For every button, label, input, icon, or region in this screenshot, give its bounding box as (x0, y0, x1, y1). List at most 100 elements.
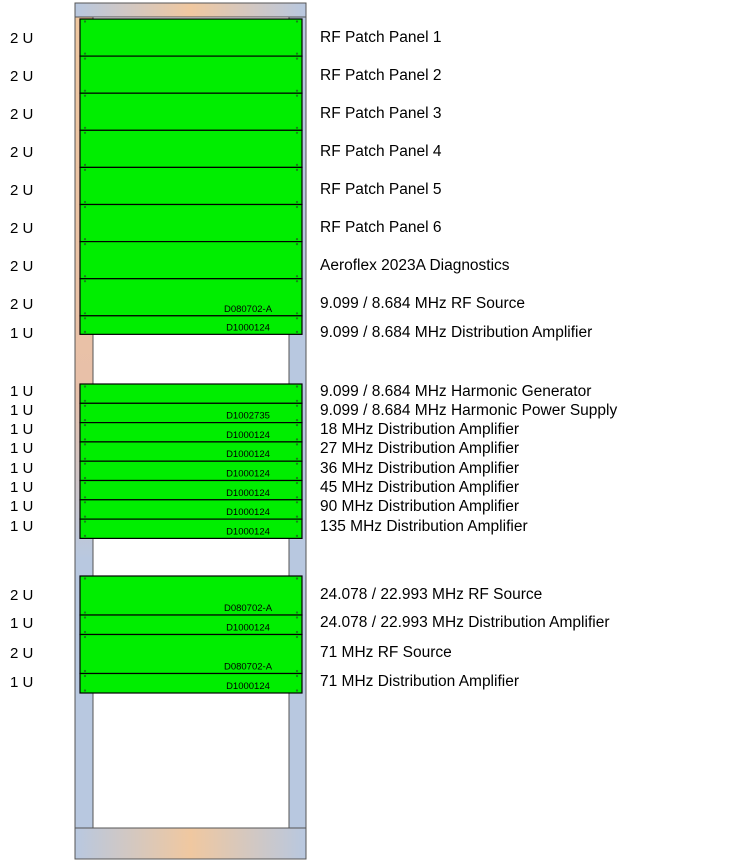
part-number: D080702-A (224, 304, 273, 315)
mount-screw (295, 457, 299, 460)
unit-size-label: 1 U (10, 440, 34, 458)
unit-description: 71 MHz RF Source (320, 644, 452, 661)
mount-screw (83, 385, 87, 388)
mount-screw (83, 168, 87, 171)
mount-screw (295, 243, 299, 246)
unit-description: 9.099 / 8.684 MHz Distribution Amplifier (320, 324, 593, 341)
rack-unit[interactable] (79, 241, 303, 280)
mount-screw (83, 611, 87, 614)
unit-size-label: 1 U (10, 382, 34, 400)
rack-bottom-cap (74, 827, 307, 860)
unit-size-label: 2 U (10, 296, 34, 313)
units-layer: D080702-A D1000124 D1002735 D1000124 D100012… (79, 18, 303, 694)
unit-size-label: 2 U (10, 645, 34, 662)
mount-screw (295, 94, 299, 97)
mount-screw (83, 200, 87, 204)
mount-screw (83, 577, 87, 580)
mount-screw (295, 501, 299, 504)
mount-screw (295, 630, 299, 634)
mount-screw (83, 89, 87, 92)
mount-screw (83, 534, 87, 538)
mount-screw (83, 126, 87, 129)
mount-screw (295, 462, 299, 465)
mount-screw (83, 438, 87, 441)
group-1: D080702-A D1000124 (79, 18, 303, 335)
mount-screw (295, 312, 299, 315)
unit-description: 45 MHz Distribution Amplifier (320, 479, 519, 496)
mount-screw (83, 635, 87, 639)
unit-size-label: 2 U (10, 220, 34, 237)
part-number: D1000124 (226, 526, 270, 537)
unit-size-label: 1 U (10, 479, 34, 496)
mount-screw (83, 404, 87, 407)
mount-screw (83, 163, 87, 166)
mount-screw (295, 57, 299, 60)
part-number: D1000124 (226, 507, 270, 518)
mount-screw (295, 404, 299, 407)
mount-screw (295, 611, 299, 614)
mount-screw (295, 163, 299, 166)
mount-screw (295, 443, 299, 446)
mount-screw (295, 275, 299, 278)
mount-screw (83, 462, 87, 465)
mount-screw (295, 168, 299, 171)
mount-screw (83, 443, 87, 446)
mount-screw (83, 280, 87, 283)
mount-screw (295, 424, 299, 427)
mount-screw (295, 200, 299, 204)
mount-screw (295, 126, 299, 129)
rack-unit[interactable] (79, 55, 303, 94)
mount-screw (295, 20, 299, 23)
rack-unit[interactable] (79, 92, 303, 131)
mount-screw (83, 57, 87, 60)
rack-unit[interactable] (79, 166, 303, 206)
unit-size-label: 1 U (10, 459, 34, 477)
mount-screw (295, 399, 299, 402)
unit-description: 27 MHz Distribution Amplifier (320, 440, 519, 458)
mount-screw (83, 457, 87, 460)
mount-screw (295, 520, 299, 523)
mount-screw (295, 515, 299, 518)
mount-screw (83, 238, 87, 241)
unit-description: RF Patch Panel 3 (320, 105, 442, 122)
mount-screw (295, 534, 299, 538)
unit-description: RF Patch Panel 2 (320, 67, 442, 84)
mount-screw (83, 616, 87, 619)
unit-size-label: 1 U (10, 517, 34, 535)
unit-description: RF Patch Panel 6 (320, 219, 442, 236)
rack-unit[interactable] (79, 383, 303, 404)
unit-size-label: 2 U (10, 587, 34, 604)
mount-screw (83, 476, 87, 480)
unit-size-label: 2 U (10, 68, 34, 85)
mount-screw (83, 515, 87, 518)
mount-screw (83, 20, 87, 23)
mount-screw (295, 280, 299, 283)
mount-screw (83, 520, 87, 523)
mount-screw (295, 131, 299, 134)
part-number: D080702-A (224, 662, 273, 673)
mount-screw (83, 419, 87, 422)
rack-unit[interactable] (79, 18, 303, 57)
mount-screw (295, 52, 299, 55)
part-number: D1000124 (226, 449, 270, 460)
unit-size-label: 1 U (10, 498, 34, 516)
part-number: D1000124 (226, 430, 270, 441)
mount-screw (83, 481, 87, 485)
part-number: D080702-A (224, 603, 273, 614)
rack-unit[interactable] (79, 129, 303, 169)
unit-size-label: 2 U (10, 258, 34, 275)
mount-screw (83, 399, 87, 402)
mount-screw (83, 131, 87, 134)
rack-unit[interactable] (79, 203, 303, 243)
mount-screw (295, 89, 299, 92)
part-number: D1000124 (226, 488, 270, 499)
mount-screw (295, 438, 299, 441)
mount-screw (83, 243, 87, 246)
unit-description: RF Patch Panel 4 (320, 143, 442, 160)
mount-screw (83, 275, 87, 278)
mount-screw (295, 481, 299, 485)
unit-size-label: 2 U (10, 106, 34, 123)
part-number: D1000124 (226, 469, 270, 480)
unit-description: 18 MHz Distribution Amplifier (320, 421, 519, 439)
unit-size-label: 1 U (10, 421, 34, 439)
